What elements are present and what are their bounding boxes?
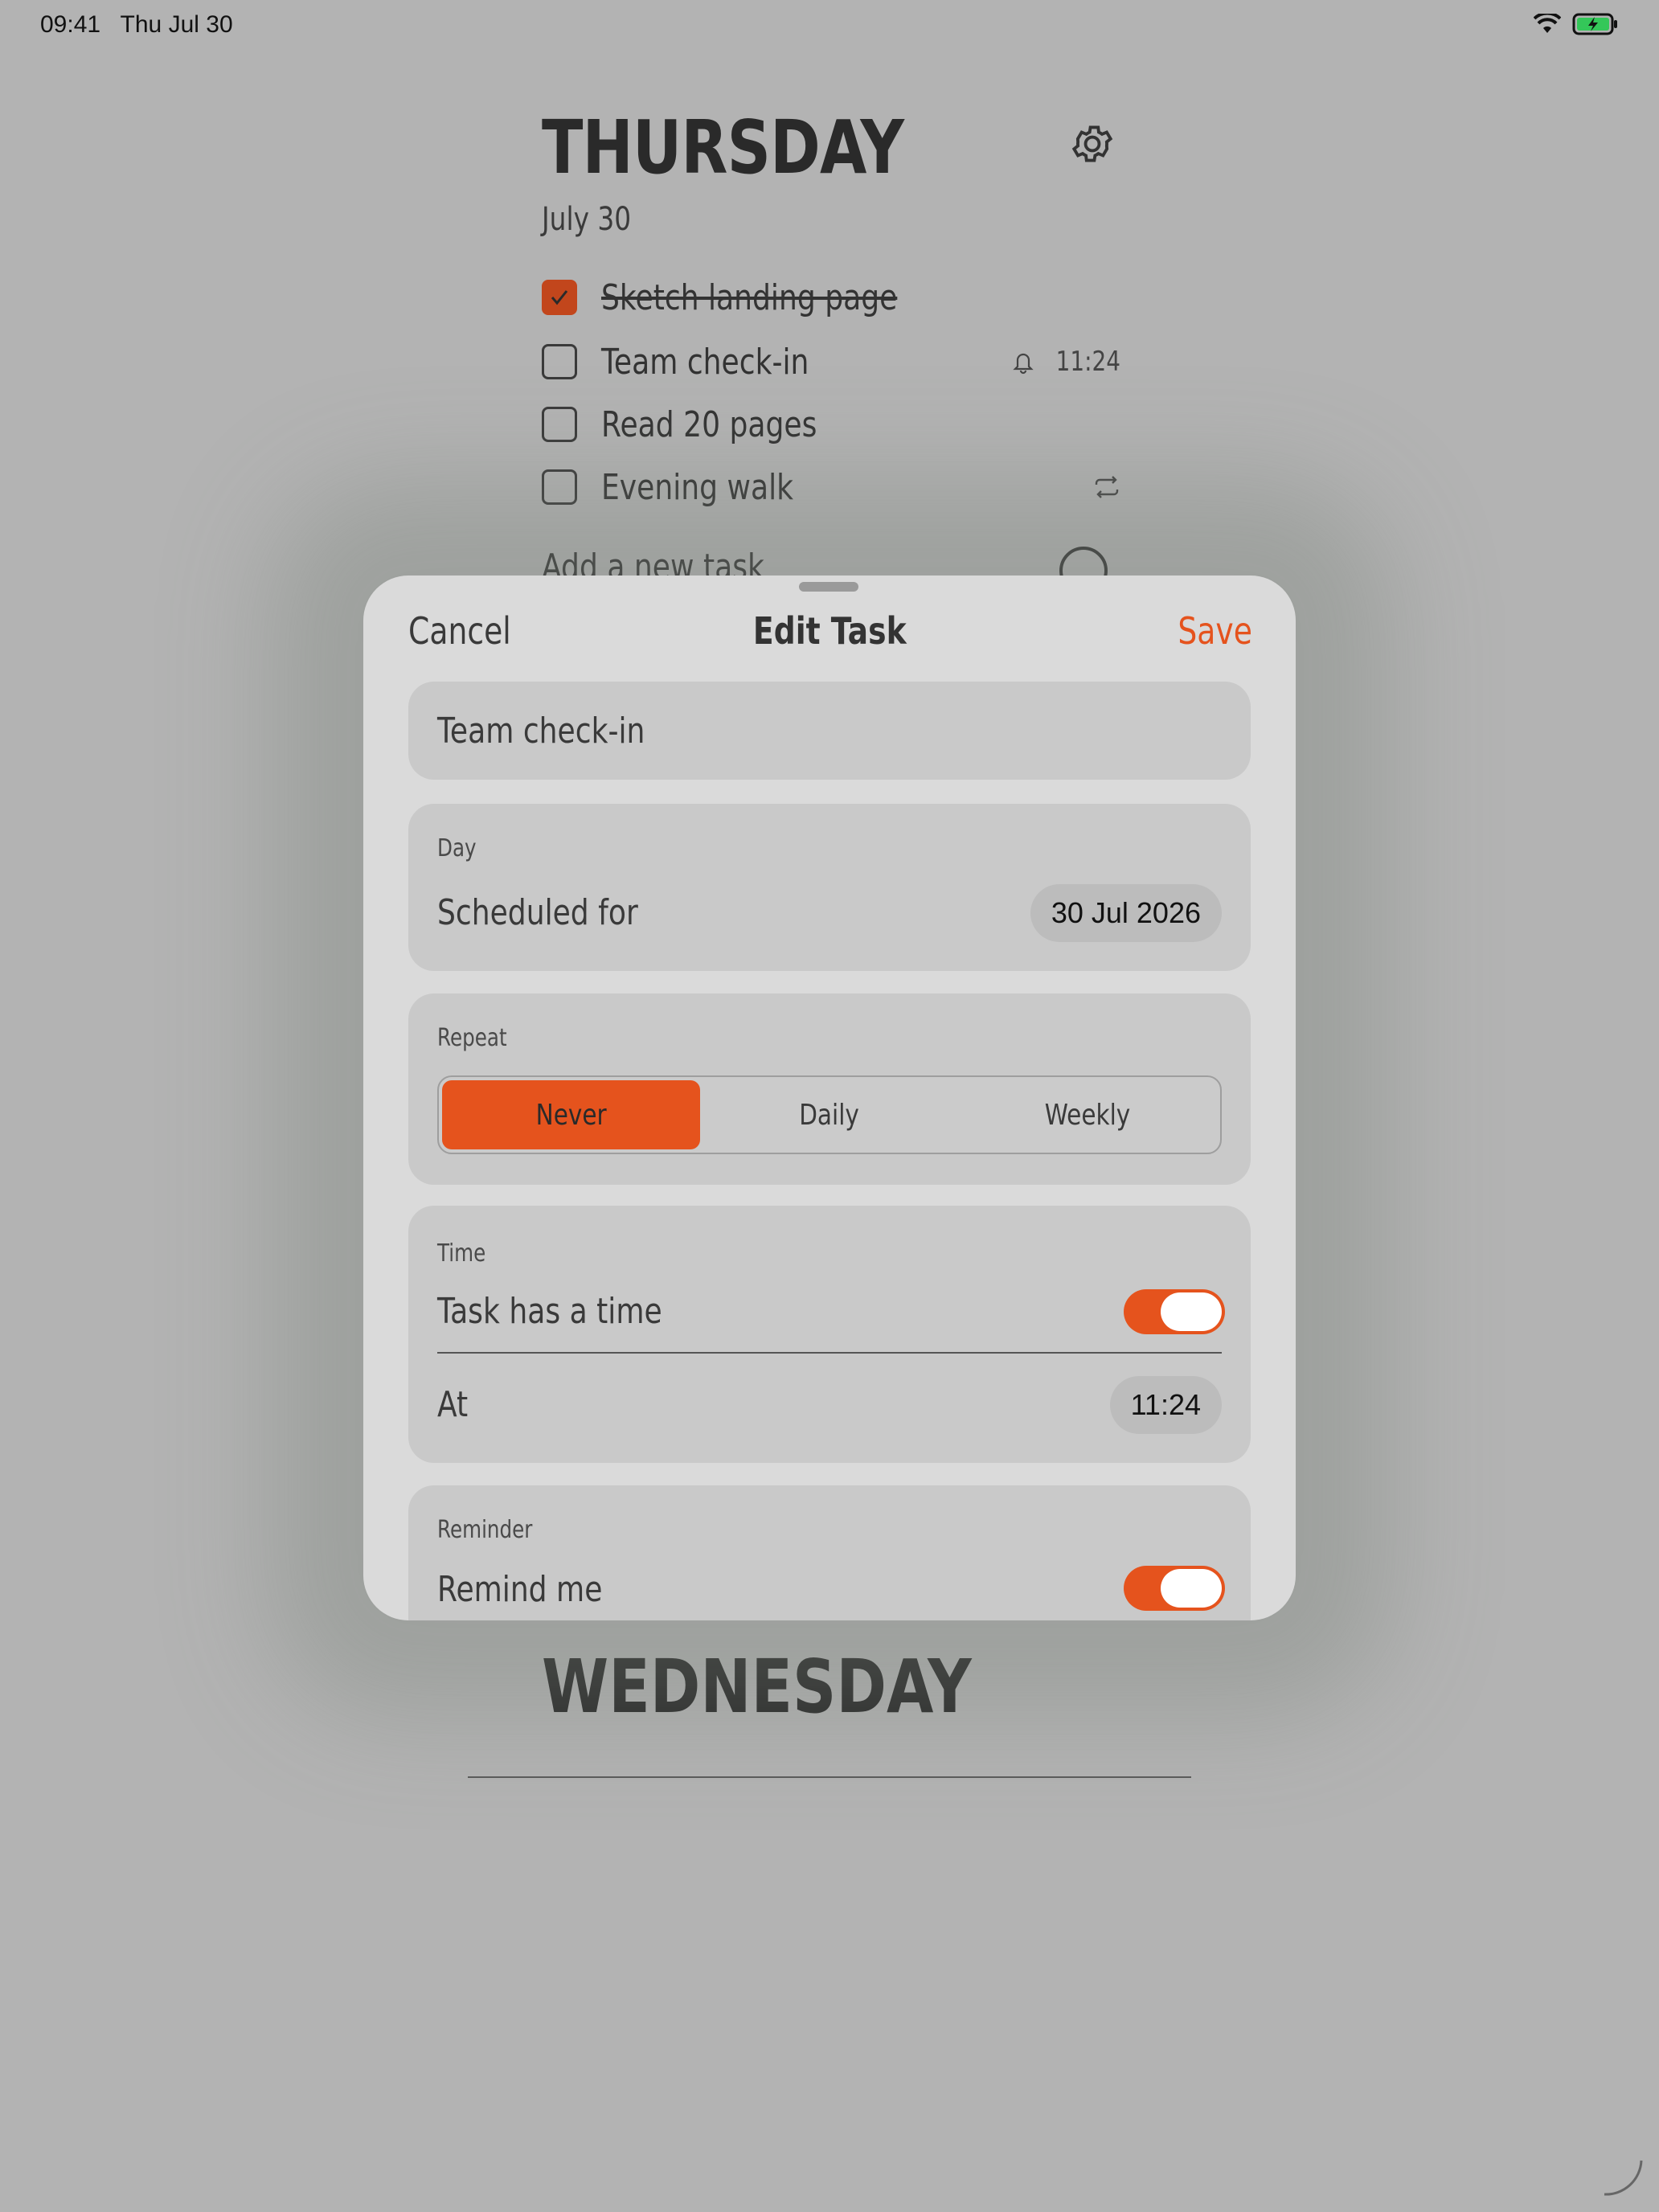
sheet-grabber[interactable] <box>799 582 858 592</box>
task-row[interactable]: Team check-in 11:24 <box>542 338 1120 386</box>
task-label: Sketch landing page <box>601 276 898 318</box>
divider <box>468 1776 1191 1778</box>
status-time: 09:41 <box>40 11 101 38</box>
task-checkbox[interactable] <box>542 469 577 505</box>
section-label: Day <box>437 834 477 862</box>
task-name-value: Team check-in <box>437 711 645 752</box>
task-label: Read 20 pages <box>601 403 817 445</box>
repeat-icon <box>1095 476 1119 498</box>
status-bar-clock: 09:41 Thu Jul 30 <box>40 11 233 39</box>
repeat-section: Repeat Never Daily Weekly <box>408 993 1251 1185</box>
toggle-knob <box>1161 1569 1222 1608</box>
remind-me-toggle[interactable] <box>1124 1566 1225 1611</box>
task-reminder: 11:24 <box>1011 346 1120 378</box>
bell-icon <box>1013 353 1034 375</box>
sheet-title: Edit Task <box>363 609 1296 653</box>
next-day-title: WEDNESDAY <box>542 1644 972 1730</box>
section-label: Time <box>437 1239 486 1268</box>
task-checkbox[interactable] <box>542 344 577 379</box>
reminder-section: Reminder Remind me <box>408 1485 1251 1620</box>
task-row[interactable]: Sketch landing page <box>542 273 1120 322</box>
battery-charging-icon <box>1572 13 1617 35</box>
repeat-segmented-control: Never Daily Weekly <box>437 1075 1222 1154</box>
sheet-title-text: Edit Task <box>752 609 907 653</box>
task-label: Evening walk <box>601 466 794 508</box>
edit-task-sheet: Cancel Edit Task Save Team check-in Day … <box>363 576 1296 1620</box>
toggle-knob <box>1161 1292 1222 1331</box>
task-reminder-time: 11:24 <box>1055 346 1120 378</box>
time-picker-button[interactable]: 11:24 <box>1109 1376 1222 1434</box>
status-date: Thu Jul 30 <box>120 11 233 38</box>
task-repeat <box>1093 475 1120 499</box>
scheduled-for-label: Scheduled for <box>437 892 638 933</box>
section-label: Reminder <box>437 1516 533 1544</box>
repeat-option-daily[interactable]: Daily <box>700 1080 958 1149</box>
repeat-option-never[interactable]: Never <box>442 1080 701 1149</box>
day-title: THURSDAY <box>542 104 904 190</box>
task-has-time-toggle[interactable] <box>1124 1289 1225 1334</box>
task-row[interactable]: Evening walk <box>542 463 1120 511</box>
checkmark-icon <box>551 290 568 305</box>
task-label: Team check-in <box>601 341 809 383</box>
gear-icon[interactable] <box>1069 121 1116 167</box>
remind-me-label: Remind me <box>437 1569 603 1610</box>
task-row[interactable]: Read 20 pages <box>542 400 1120 449</box>
task-checkbox-checked[interactable] <box>542 280 577 315</box>
save-button[interactable]: Save <box>1178 609 1252 653</box>
task-checkbox[interactable] <box>542 407 577 442</box>
section-label: Repeat <box>437 1024 507 1052</box>
task-name-field[interactable]: Team check-in <box>408 682 1251 780</box>
at-label: At <box>437 1384 469 1425</box>
day-date: July 30 <box>542 201 632 238</box>
task-has-time-label: Task has a time <box>437 1291 662 1332</box>
day-section: Day Scheduled for 30 Jul 2026 <box>408 804 1251 971</box>
repeat-option-weekly[interactable]: Weekly <box>959 1080 1217 1149</box>
time-section: Time Task has a time At 11:24 <box>408 1206 1251 1463</box>
divider <box>437 1352 1222 1354</box>
date-picker-button[interactable]: 30 Jul 2026 <box>1030 884 1222 942</box>
resize-corner-icon <box>1604 2160 1643 2196</box>
status-icons <box>1534 13 1619 35</box>
wifi-icon <box>1534 14 1561 33</box>
